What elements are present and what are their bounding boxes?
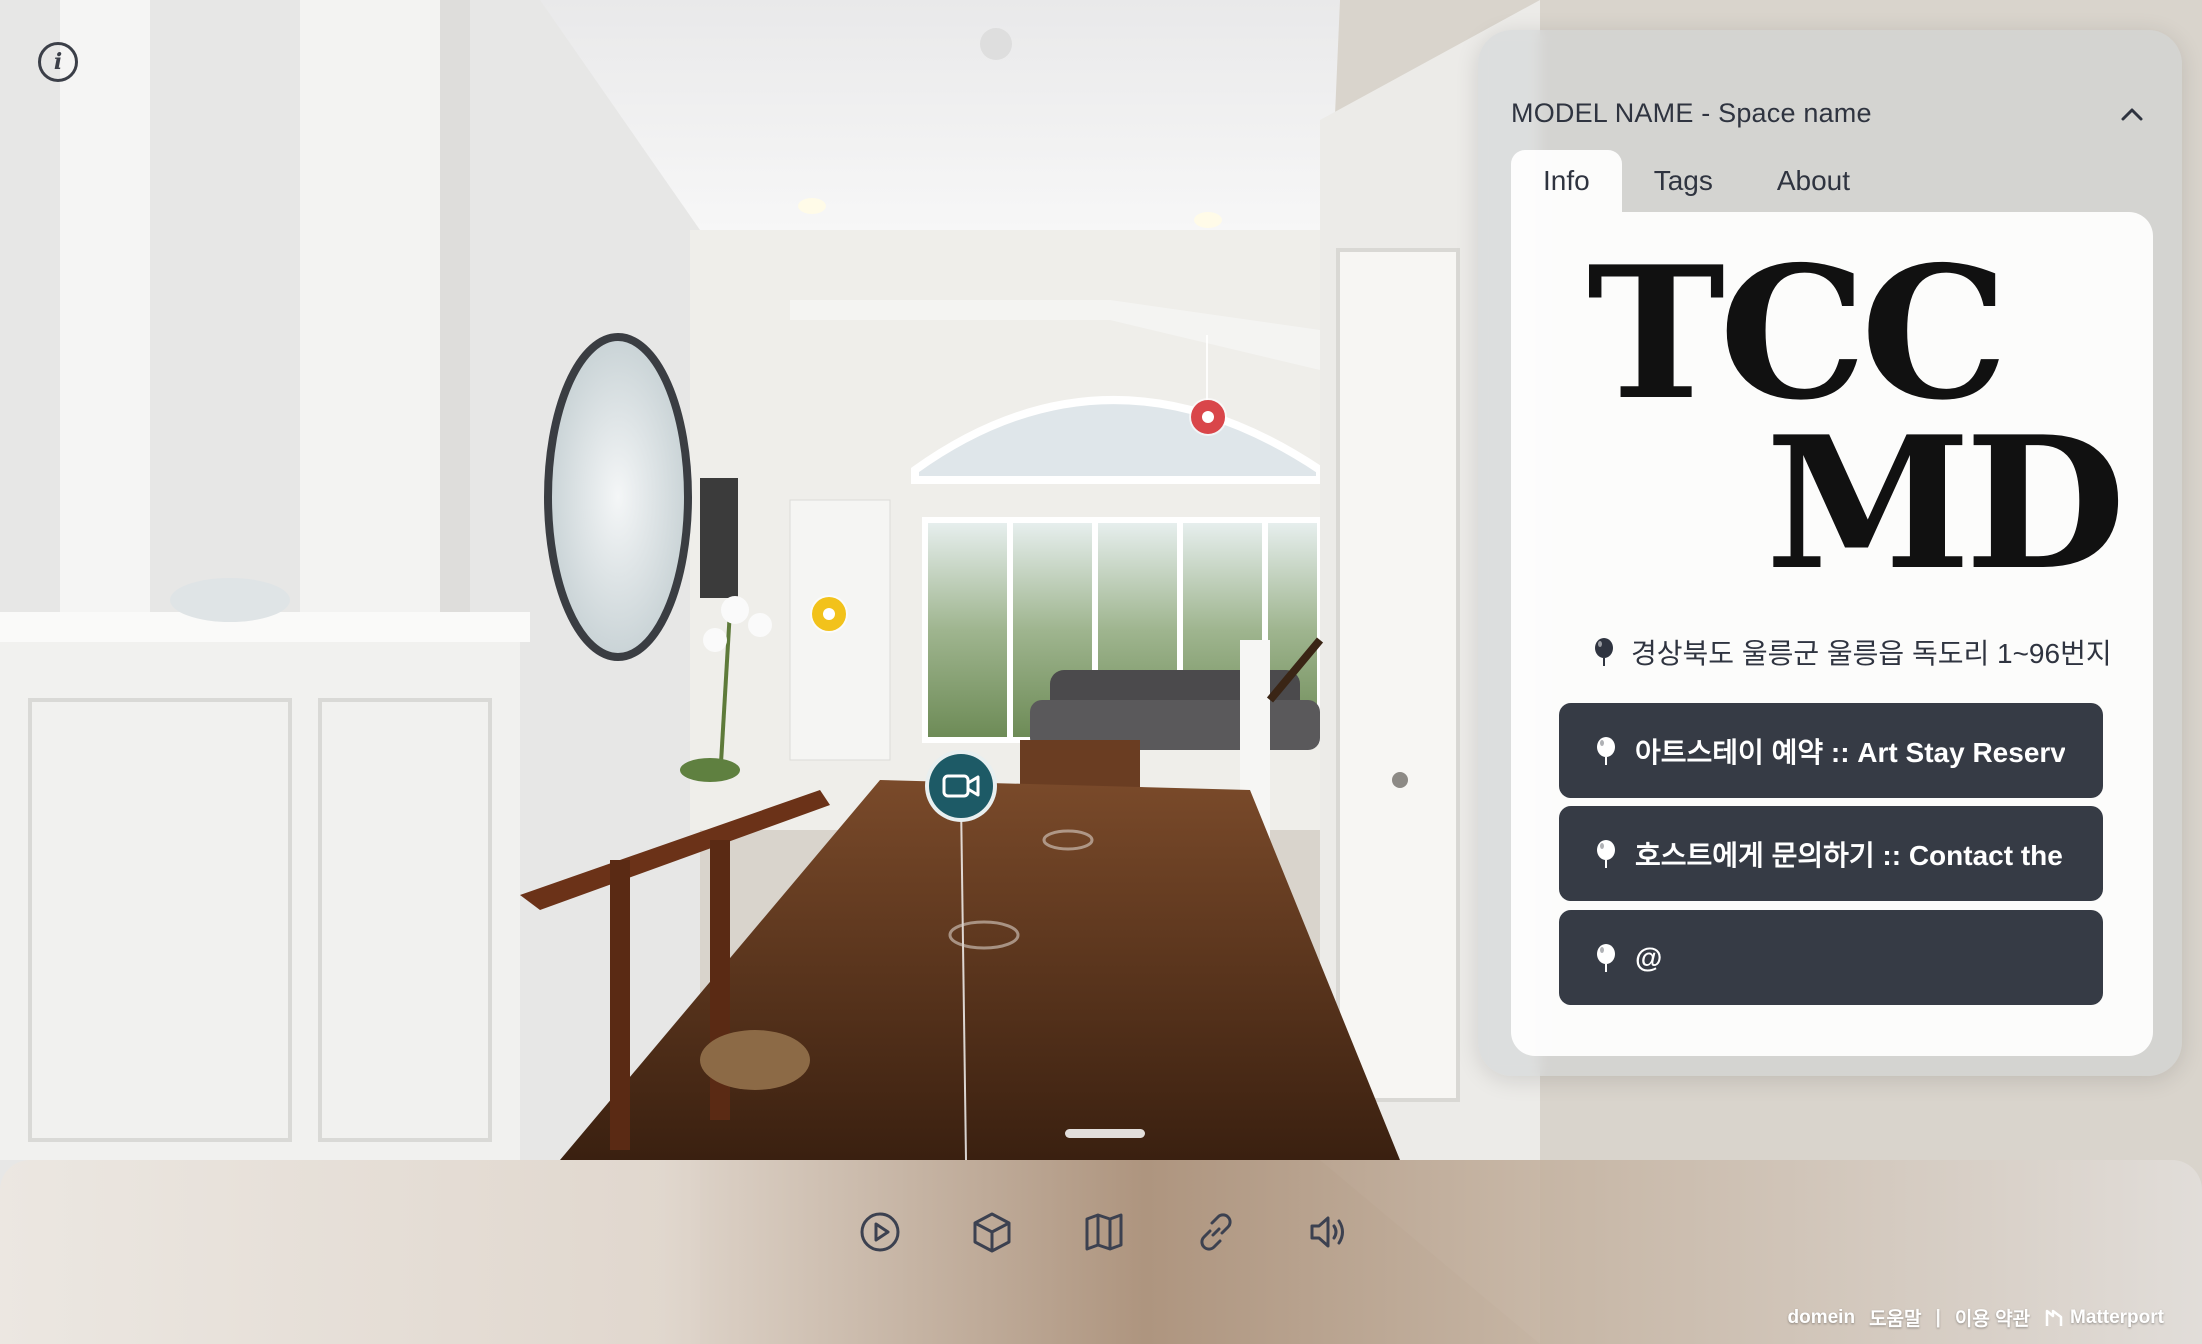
collapse-button[interactable] [2114, 96, 2150, 132]
domain-link[interactable]: domein [1788, 1307, 1856, 1329]
balloon-pin-icon [1597, 736, 1615, 765]
dollhouse-button[interactable] [970, 1210, 1014, 1254]
info-button[interactable]: i [38, 42, 78, 82]
email-button[interactable]: @ [1559, 910, 2103, 1005]
footer-separator: | [1935, 1306, 1941, 1328]
video-tag-button[interactable] [925, 750, 997, 822]
mattertag-yellow[interactable] [812, 597, 846, 631]
play-icon [860, 1212, 900, 1252]
balloon-pin-icon [1595, 638, 1613, 666]
play-tour-button[interactable] [858, 1210, 902, 1254]
share-link-button[interactable] [1194, 1210, 1238, 1254]
reservation-button-label: 아트스테이 예약 :: Art Stay Reservation [1635, 736, 2065, 768]
bottom-toolbar: domein 도움말 | 이용 약관 Matterport [0, 1160, 2202, 1344]
sound-button[interactable] [1306, 1210, 1350, 1254]
email-button-label: @ [1635, 941, 1663, 973]
info-tab-content: TCC MD 경상북도 울릉군 울릉읍 독도리 1~96번지 아트스테이 예약 … [1511, 212, 2153, 1056]
panel-tabs: Info Tags About [1511, 150, 1882, 212]
tab-info[interactable]: Info [1511, 150, 1622, 212]
floorplan-button[interactable] [1082, 1210, 1126, 1254]
panel-title: MODEL NAME - Space name [1511, 98, 1872, 128]
contact-host-button[interactable]: 호스트에게 문의하기 :: Contact the Host [1559, 806, 2103, 901]
tool-row [858, 1210, 1350, 1254]
info-icon: i [53, 49, 63, 75]
matterport-label: Matterport [2070, 1306, 2164, 1328]
contact-host-button-label: 호스트에게 문의하기 :: Contact the Host [1635, 839, 2065, 871]
dollhouse-icon [973, 1212, 1011, 1253]
address-row: 경상북도 울릉군 울릉읍 독도리 1~96번지 [1593, 632, 2113, 672]
brand-logo-line2: MD [1765, 396, 2126, 610]
tab-tags[interactable]: Tags [1622, 150, 1745, 212]
chevron-up-icon [2121, 108, 2143, 121]
address-text: 경상북도 울릉군 울릉읍 독도리 1~96번지 [1631, 638, 2112, 669]
reservation-button[interactable]: 아트스테이 예약 :: Art Stay Reservation [1559, 703, 2103, 798]
tour-viewport[interactable]: i MODEL NAME - Space name Info Tags Abou… [0, 0, 2202, 1344]
footer-links: domein 도움말 | 이용 약관 Matterport [1788, 1304, 2165, 1331]
video-camera-icon [942, 774, 980, 798]
terms-link[interactable]: 이용 약관 [1955, 1304, 2030, 1331]
help-link[interactable]: 도움말 [1869, 1304, 1921, 1331]
matterport-logo-icon [2045, 1309, 2063, 1326]
tab-about[interactable]: About [1745, 150, 1882, 212]
tag-stem [1206, 335, 1208, 405]
share-link-icon [1200, 1213, 1232, 1251]
matterport-brand[interactable]: Matterport [2044, 1307, 2164, 1329]
sound-icon [1310, 1216, 1344, 1248]
drawer-handle[interactable] [1065, 1129, 1145, 1138]
balloon-pin-icon [1597, 943, 1615, 972]
mattertag-red[interactable] [1191, 400, 1225, 434]
model-info-panel: MODEL NAME - Space name Info Tags About … [1478, 30, 2182, 1076]
floorplan-icon [1085, 1213, 1123, 1251]
balloon-pin-icon [1597, 839, 1615, 868]
